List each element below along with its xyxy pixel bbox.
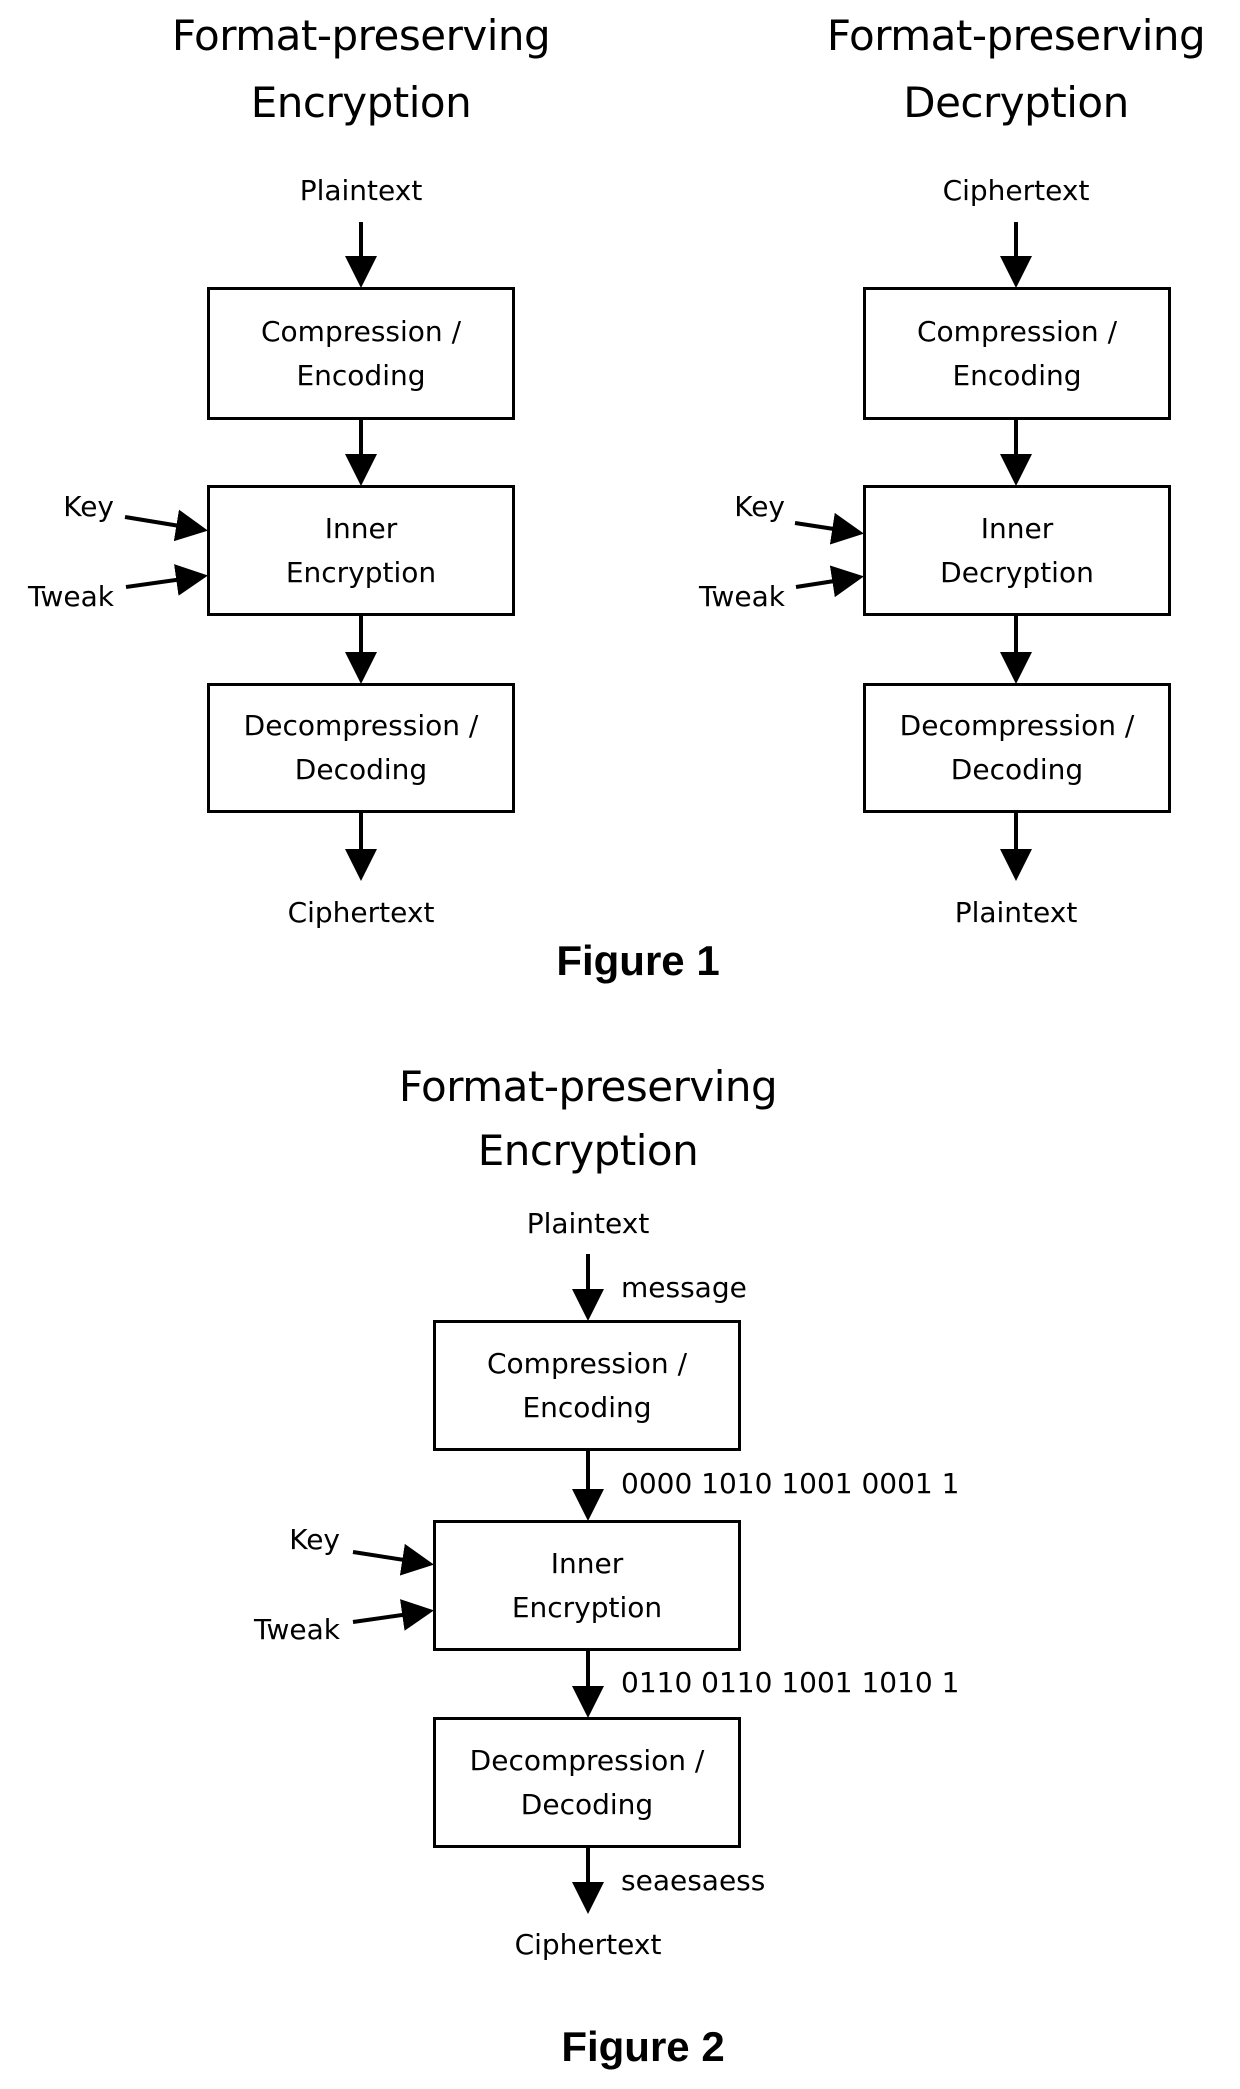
inner-encryption-box: Inner Encryption (433, 1520, 741, 1651)
box-text: Decoding (520, 1787, 654, 1821)
arrow-key (124, 509, 208, 542)
key-label: Key (289, 1523, 340, 1556)
edge-value-encoded-bits: 0000 1010 1001 0001 1 (621, 1467, 960, 1500)
arrow-key (352, 1543, 434, 1576)
diagram-title-line2: Decryption (903, 78, 1129, 127)
decompression-decoding-box: Decompression / Decoding (433, 1717, 741, 1848)
key-label: Key (63, 490, 114, 523)
arrow-tweak (795, 565, 864, 598)
inner-decryption-box: Inner Decryption (863, 485, 1171, 616)
edge-value-ciphertext: seaesaess (621, 1864, 766, 1897)
compression-encoding-box: Compression / Encoding (433, 1320, 741, 1451)
diagram-title-line1: Format-preserving (826, 11, 1206, 60)
box-text: Inner (324, 511, 398, 545)
diagram-title-line1: Format-preserving (398, 1062, 778, 1111)
output-label: Plaintext (954, 896, 1078, 929)
edge-value-message: message (621, 1271, 747, 1304)
arrow-tweak (125, 564, 208, 596)
box-text: Decompression / (899, 709, 1135, 742)
box-text: Encoding (952, 358, 1082, 392)
compression-encoding-box: Compression / Encoding (207, 287, 515, 420)
diagram-title-line2: Encryption (250, 78, 472, 127)
edge-value-encrypted-bits: 0110 0110 1001 1010 1 (621, 1666, 960, 1699)
box-text: Encoding (296, 358, 426, 392)
box-text: Decoding (950, 753, 1084, 786)
tweak-label: Tweak (699, 580, 785, 613)
decompression-decoding-box: Decompression / Decoding (207, 683, 515, 813)
output-label: Ciphertext (287, 896, 435, 929)
compression-encoding-box: Compression / Encoding (863, 287, 1171, 420)
arrow-key (794, 512, 864, 545)
tweak-label: Tweak (28, 580, 114, 613)
tweak-label: Tweak (254, 1613, 340, 1646)
box-text: Compression / (916, 314, 1118, 348)
input-label: Plaintext (526, 1207, 650, 1240)
box-text: Compression / (260, 314, 462, 348)
input-label: Plaintext (299, 174, 423, 207)
key-label: Key (734, 490, 785, 523)
box-text: Inner (980, 511, 1054, 545)
box-text: Encoding (522, 1390, 652, 1424)
box-text: Encryption (285, 555, 437, 589)
box-text: Encryption (511, 1590, 663, 1624)
box-text: Compression / (486, 1346, 688, 1380)
box-text: Decompression / (243, 709, 479, 742)
diagram-title-line1: Format-preserving (171, 11, 551, 60)
output-label: Ciphertext (514, 1928, 662, 1961)
decompression-decoding-box: Decompression / Decoding (863, 683, 1171, 813)
box-text: Decryption (940, 555, 1094, 589)
arrow-tweak (352, 1599, 434, 1631)
box-text: Decoding (294, 753, 428, 786)
figure2-caption: Figure 2 (561, 2023, 725, 2070)
inner-encryption-box: Inner Encryption (207, 485, 515, 616)
box-text: Decompression / (469, 1743, 705, 1777)
input-label: Ciphertext (942, 174, 1090, 207)
figure1-caption: Figure 1 (556, 937, 720, 984)
box-text: Inner (550, 1546, 624, 1580)
diagram-title-line2: Encryption (477, 1126, 699, 1175)
